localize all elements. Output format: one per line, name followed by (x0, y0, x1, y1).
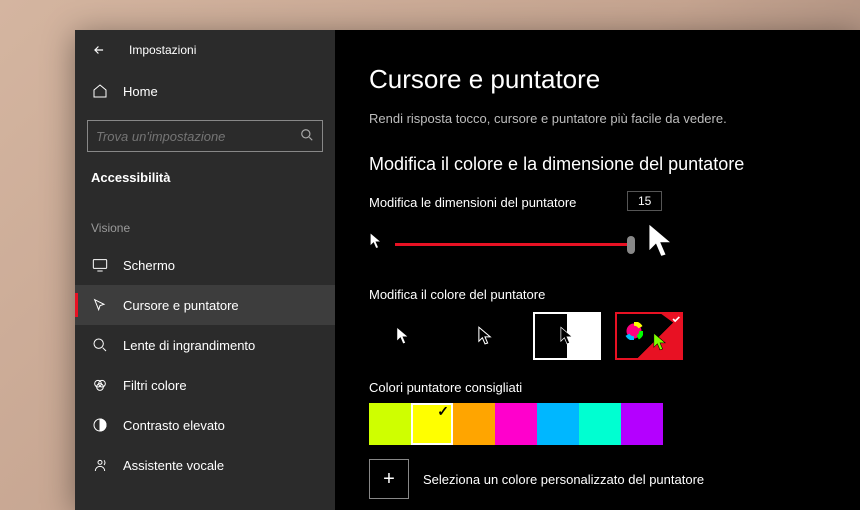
sidebar: Impostazioni Home Accessibilità Visione … (75, 30, 335, 510)
search-icon (300, 128, 314, 145)
pointer-size-value: 15 (627, 191, 662, 211)
pointer-color-label: Modifica il colore del puntatore (369, 287, 826, 302)
cursor-small-icon (369, 232, 383, 255)
color-option-black[interactable] (451, 312, 519, 360)
magnifier-icon (91, 336, 109, 354)
sidebar-item-high-contrast[interactable]: Contrasto elevato (75, 405, 335, 445)
pointer-size-row: Modifica le dimensioni del puntatore 15 (369, 191, 826, 218)
sidebar-item-narrator[interactable]: Assistente vocale (75, 445, 335, 485)
sidebar-item-label: Contrasto elevato (123, 418, 225, 433)
sidebar-item-label: Cursore e puntatore (123, 298, 239, 313)
plus-icon: + (383, 468, 395, 491)
narrator-icon (91, 456, 109, 474)
swatch-lime[interactable] (369, 403, 411, 445)
sidebar-header: Impostazioni (75, 30, 335, 70)
color-option-white[interactable] (369, 312, 437, 360)
suggested-colors-label: Colori puntatore consigliati (369, 380, 826, 395)
cursor-large-icon (647, 222, 675, 265)
section-title: Modifica il colore e la dimensione del p… (369, 154, 826, 175)
add-custom-color-button[interactable]: + (369, 459, 409, 499)
suggested-swatches (369, 403, 826, 445)
sidebar-item-label: Schermo (123, 258, 175, 273)
sidebar-item-cursor[interactable]: Cursore e puntatore (75, 285, 335, 325)
back-button[interactable] (89, 40, 109, 60)
page-title: Cursore e puntatore (369, 64, 826, 95)
pointer-size-slider-row (369, 222, 826, 265)
page-description: Rendi risposta tocco, cursore e puntator… (369, 111, 826, 126)
sidebar-item-label: Filtri colore (123, 378, 187, 393)
search-input[interactable] (96, 129, 300, 144)
check-icon (660, 313, 682, 329)
slider-thumb[interactable] (627, 236, 635, 254)
custom-color-row: + Seleziona un colore personalizzato del… (369, 459, 826, 499)
swatch-magenta[interactable] (495, 403, 537, 445)
home-label: Home (123, 84, 158, 99)
custom-color-label: Seleziona un colore personalizzato del p… (423, 472, 704, 487)
swatch-cyan[interactable] (579, 403, 621, 445)
home-icon (91, 82, 109, 100)
pointer-color-options (369, 312, 826, 360)
slider-track (395, 243, 635, 246)
settings-window: Impostazioni Home Accessibilità Visione … (75, 30, 860, 510)
sidebar-item-label: Assistente vocale (123, 458, 224, 473)
section-accessibility: Accessibilità (75, 166, 335, 199)
color-filter-icon (91, 376, 109, 394)
cursor-icon (91, 296, 109, 314)
pointer-size-slider[interactable] (395, 234, 635, 254)
sidebar-item-magnifier[interactable]: Lente di ingrandimento (75, 325, 335, 365)
contrast-icon (91, 416, 109, 434)
swatch-orange[interactable] (453, 403, 495, 445)
color-option-inverted[interactable] (533, 312, 601, 360)
swatch-yellow[interactable] (411, 403, 453, 445)
color-wheel-icon (625, 322, 643, 345)
display-icon (91, 256, 109, 274)
sidebar-item-color-filters[interactable]: Filtri colore (75, 365, 335, 405)
sidebar-item-label: Lente di ingrandimento (123, 338, 255, 353)
sidebar-item-display[interactable]: Schermo (75, 245, 335, 285)
group-vision-label: Visione (75, 199, 335, 245)
swatch-blue[interactable] (537, 403, 579, 445)
pointer-size-label: Modifica le dimensioni del puntatore (369, 195, 619, 210)
color-option-custom[interactable] (615, 312, 683, 360)
search-box[interactable] (87, 120, 323, 152)
main-panel: Cursore e puntatore Rendi risposta tocco… (335, 30, 860, 510)
home-button[interactable]: Home (75, 70, 335, 112)
swatch-purple[interactable] (621, 403, 663, 445)
app-title: Impostazioni (129, 43, 196, 57)
